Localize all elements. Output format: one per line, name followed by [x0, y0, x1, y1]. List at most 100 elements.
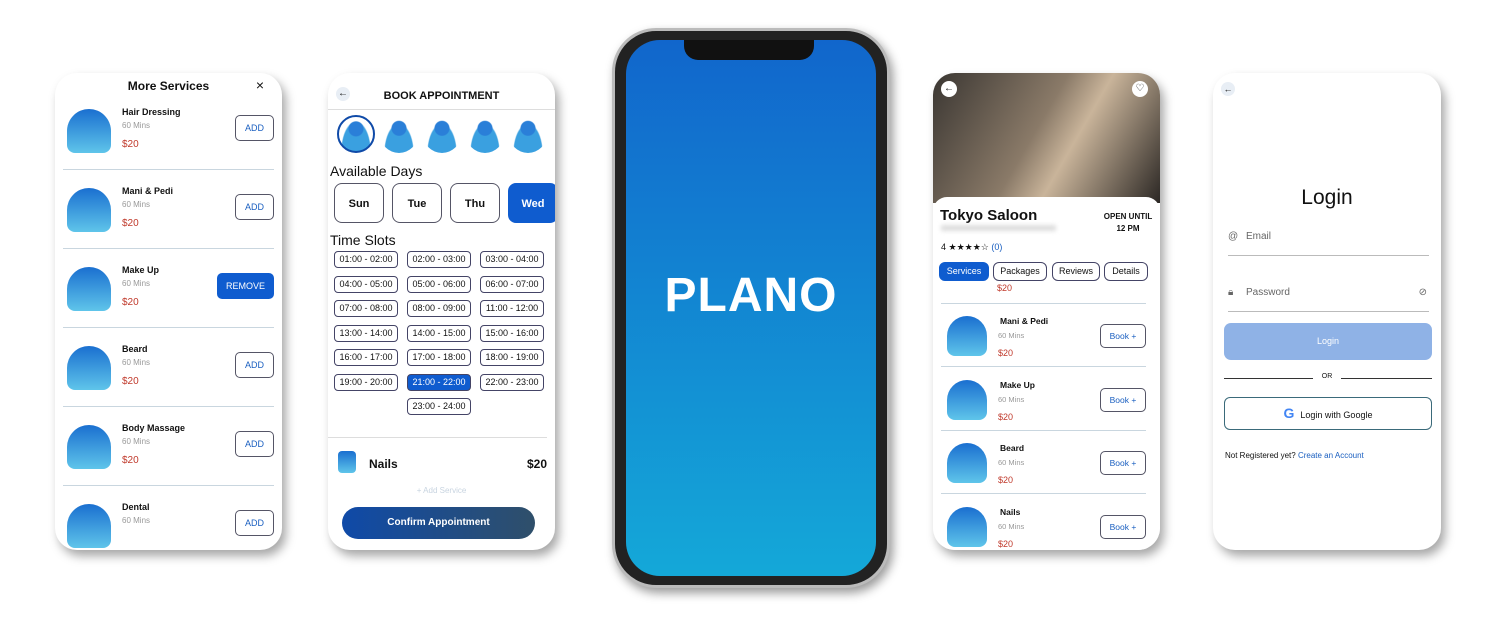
- add-button[interactable]: ADD: [235, 115, 274, 141]
- time-slot[interactable]: 16:00 - 17:00: [334, 349, 398, 366]
- staff-avatar[interactable]: [509, 115, 547, 153]
- confirm-appointment-button[interactable]: Confirm Appointment: [342, 507, 535, 539]
- staff-avatar[interactable]: [337, 115, 375, 153]
- service-name: Mani & Pedi: [1000, 316, 1049, 326]
- tab-details[interactable]: Details: [1104, 262, 1148, 281]
- salon-photo: [933, 73, 1160, 203]
- time-slot[interactable]: 04:00 - 05:00: [334, 275, 398, 293]
- service-duration: 60 Mins: [122, 437, 151, 446]
- service-icon: [67, 109, 111, 153]
- book-button[interactable]: Book +: [1100, 451, 1146, 475]
- book-appointment-screen: ← BOOK APPOINTMENT Available Days Sun Tue…: [328, 73, 555, 550]
- tab-services[interactable]: Services: [939, 262, 989, 281]
- back-icon[interactable]: ←: [1221, 82, 1235, 96]
- day-option[interactable]: Tue: [392, 183, 442, 223]
- time-slot[interactable]: 08:00 - 09:00: [407, 300, 471, 317]
- add-button[interactable]: ADD: [235, 431, 274, 457]
- book-button[interactable]: Book +: [1100, 387, 1146, 412]
- day-option[interactable]: Wed: [508, 183, 555, 223]
- staff-avatar[interactable]: [466, 115, 504, 153]
- time-slot[interactable]: 11:00 - 12:00: [480, 300, 544, 317]
- service-icon: [67, 188, 111, 232]
- stars-icon: ★★★★☆: [948, 242, 989, 252]
- service-name: Dental: [122, 502, 150, 512]
- add-button[interactable]: ADD: [235, 510, 274, 536]
- service-price: $20: [998, 348, 1014, 358]
- more-services-screen: More Services × Hair Dressing 60 Mins $20 A…: [55, 73, 282, 550]
- time-slot[interactable]: 23:00 - 24:00: [407, 398, 471, 415]
- time-slot[interactable]: 02:00 - 03:00: [407, 251, 471, 268]
- service-icon: [67, 425, 111, 469]
- at-icon: @: [1228, 231, 1239, 242]
- time-slot[interactable]: 07:00 - 08:00: [334, 300, 398, 317]
- time-slot[interactable]: 15:00 - 16:00: [480, 324, 544, 342]
- staff-avatar[interactable]: [423, 115, 461, 153]
- time-slot[interactable]: 05:00 - 06:00: [407, 275, 471, 293]
- service-price: $20: [998, 538, 1014, 549]
- service-price: $20: [122, 455, 139, 466]
- plano-logo: PLANO: [664, 269, 838, 322]
- tab-packages[interactable]: Packages: [993, 262, 1047, 281]
- rating: 4 ★★★★☆ (0): [941, 242, 1003, 252]
- service-icon: [67, 504, 111, 548]
- google-login-button[interactable]: G Login with Google: [1224, 397, 1432, 430]
- time-slot[interactable]: 17:00 - 18:00: [407, 349, 471, 366]
- service-name: Make Up: [122, 265, 160, 275]
- service-name: Mani & Pedi: [122, 186, 174, 196]
- service-name: Beard: [1000, 443, 1025, 453]
- page-title: BOOK APPOINTMENT: [383, 90, 500, 102]
- service-name: Body Massage: [122, 423, 186, 433]
- time-slot[interactable]: 19:00 - 20:00: [334, 373, 398, 391]
- service-row: Beard 60 Mins $20 Book +: [941, 431, 1146, 494]
- add-button[interactable]: ADD: [235, 194, 274, 220]
- password-field[interactable]: 🔒︎ Password ⊘: [1228, 287, 1429, 312]
- service-icon: [947, 379, 987, 420]
- day-option[interactable]: Thu: [450, 183, 500, 223]
- salon-detail-screen: ← ♡ Tokyo Saloon OPEN UNTIL 12 PM 4 ★★★★☆…: [933, 73, 1160, 550]
- service-duration: 60 Mins: [998, 521, 1025, 531]
- service-icon: [67, 267, 111, 311]
- remove-button[interactable]: REMOVE: [217, 273, 274, 299]
- service-price: $20: [122, 218, 139, 229]
- add-button[interactable]: ADD: [235, 352, 274, 378]
- time-slot[interactable]: 21:00 - 22:00: [407, 373, 471, 391]
- time-slot[interactable]: 18:00 - 19:00: [480, 349, 544, 366]
- login-button[interactable]: Login: [1224, 323, 1432, 360]
- time-slot[interactable]: 13:00 - 14:00: [334, 324, 398, 342]
- time-slot[interactable]: 14:00 - 15:00: [407, 324, 471, 342]
- service-icon: [947, 443, 987, 483]
- time-slot[interactable]: 01:00 - 02:00: [334, 251, 398, 268]
- back-icon[interactable]: ←: [941, 81, 957, 97]
- service-price: $20: [998, 475, 1014, 485]
- service-price: $20: [997, 283, 1013, 293]
- tab-reviews[interactable]: Reviews: [1052, 262, 1100, 281]
- phone-frame: PLANO: [612, 28, 890, 588]
- service-icon: [947, 506, 987, 547]
- create-account-link[interactable]: Create an Account: [1298, 451, 1364, 460]
- book-button[interactable]: Book +: [1100, 324, 1146, 348]
- book-button[interactable]: Book +: [1100, 514, 1146, 539]
- add-service-link[interactable]: + Add Service: [328, 486, 555, 495]
- open-until: OPEN UNTIL 12 PM: [1103, 212, 1153, 233]
- day-option[interactable]: Sun: [334, 183, 384, 223]
- or-divider: OR: [1313, 373, 1341, 380]
- service-duration: 60 Mins: [122, 279, 151, 288]
- available-days-label: Available Days: [330, 163, 423, 179]
- salon-address-blurred: [941, 225, 1056, 231]
- eye-off-icon[interactable]: ⊘: [1419, 287, 1427, 298]
- service-duration: 60 Mins: [998, 394, 1025, 404]
- service-icon: [947, 316, 987, 356]
- service-row: Beard 60 Mins $20 ADD: [63, 328, 274, 407]
- selected-service-price: $20: [526, 457, 547, 471]
- splash-screen: PLANO: [626, 40, 876, 576]
- staff-avatar[interactable]: [380, 115, 418, 153]
- email-field[interactable]: @ Email: [1228, 231, 1429, 256]
- login-title: Login: [1301, 186, 1353, 209]
- time-slots-label: Time Slots: [330, 232, 396, 248]
- service-duration: 60 Mins: [998, 458, 1025, 467]
- time-slot[interactable]: 03:00 - 04:00: [480, 251, 544, 268]
- favorite-heart-icon[interactable]: ♡: [1132, 81, 1148, 97]
- service-row: Make Up 60 Mins $20 Book +: [941, 368, 1146, 431]
- time-slot[interactable]: 06:00 - 07:00: [480, 275, 544, 293]
- time-slot[interactable]: 22:00 - 23:00: [480, 373, 544, 391]
